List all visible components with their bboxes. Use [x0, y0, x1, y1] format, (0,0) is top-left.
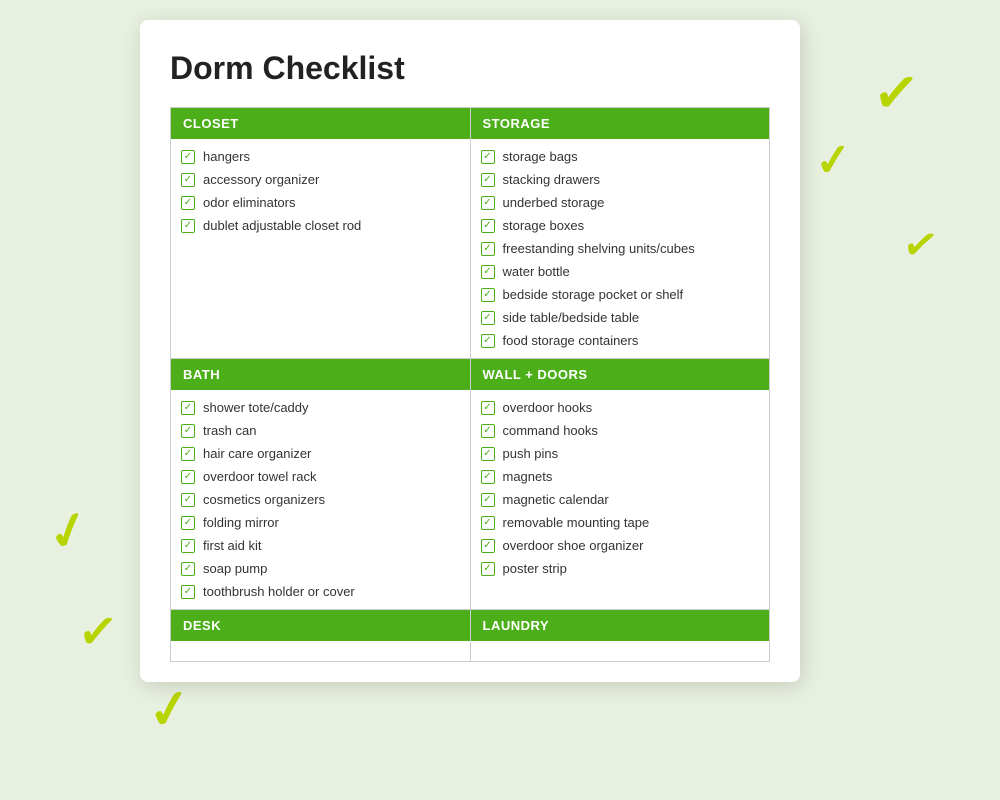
checkbox-icon[interactable] [481, 493, 495, 507]
list-item: hair care organizer [179, 442, 462, 465]
checkbox-icon[interactable] [181, 516, 195, 530]
decoration-check-4: ✓ [41, 498, 96, 565]
checkbox-icon[interactable] [481, 173, 495, 187]
list-item: folding mirror [179, 511, 462, 534]
checkbox-icon[interactable] [481, 424, 495, 438]
checkbox-icon[interactable] [481, 242, 495, 256]
list-item: soap pump [179, 557, 462, 580]
list-item: side table/bedside table [479, 306, 762, 329]
checkbox-icon[interactable] [481, 196, 495, 210]
page-title: Dorm Checklist [170, 50, 770, 87]
list-item: trash can [179, 419, 462, 442]
closet-header: CLOSET [171, 108, 470, 139]
checkbox-icon[interactable] [481, 150, 495, 164]
list-item: bedside storage pocket or shelf [479, 283, 762, 306]
checkbox-icon[interactable] [181, 470, 195, 484]
checkbox-icon[interactable] [181, 173, 195, 187]
list-item: magnetic calendar [479, 488, 762, 511]
list-item: toothbrush holder or cover [179, 580, 462, 603]
checkbox-icon[interactable] [181, 562, 195, 576]
storage-header: STORAGE [471, 108, 770, 139]
decoration-check-3: ✓ [899, 217, 942, 271]
list-item: underbed storage [479, 191, 762, 214]
checkbox-icon[interactable] [481, 562, 495, 576]
list-item: dublet adjustable closet rod [179, 214, 462, 237]
list-item: stacking drawers [479, 168, 762, 191]
checkbox-icon[interactable] [181, 539, 195, 553]
checkbox-icon[interactable] [481, 311, 495, 325]
checkbox-icon[interactable] [181, 493, 195, 507]
list-item: storage bags [479, 145, 762, 168]
list-item: overdoor hooks [479, 396, 762, 419]
section-closet-storage-items: hangers accessory organizer odor elimina… [171, 139, 770, 359]
section-desk-laundry-items [171, 641, 770, 661]
list-item: hangers [179, 145, 462, 168]
decoration-check-5: ✓ [76, 602, 121, 661]
list-item: odor eliminators [179, 191, 462, 214]
list-item: water bottle [479, 260, 762, 283]
checkbox-icon[interactable] [481, 447, 495, 461]
list-item: food storage containers [479, 329, 762, 352]
checkbox-icon[interactable] [181, 219, 195, 233]
checkbox-icon[interactable] [481, 265, 495, 279]
section-bath-wall-header: BATH WALL + DOORS [171, 359, 770, 391]
section-closet-storage-header: CLOSET STORAGE [171, 108, 770, 140]
list-item: cosmetics organizers [179, 488, 462, 511]
list-item: magnets [479, 465, 762, 488]
storage-list: storage bags stacking drawers underbed s… [471, 139, 770, 358]
bath-header: BATH [171, 359, 470, 390]
bath-list: shower tote/caddy trash can hair care or… [171, 390, 470, 609]
checkbox-icon[interactable] [181, 447, 195, 461]
list-item: accessory organizer [179, 168, 462, 191]
list-item: first aid kit [179, 534, 462, 557]
decoration-check-2: ✓ [813, 133, 854, 187]
closet-list: hangers accessory organizer odor elimina… [171, 139, 470, 243]
list-item: freestanding shelving units/cubes [479, 237, 762, 260]
checkbox-icon[interactable] [481, 219, 495, 233]
checkbox-icon[interactable] [481, 516, 495, 530]
list-item: shower tote/caddy [179, 396, 462, 419]
checkbox-icon[interactable] [481, 288, 495, 302]
checkbox-icon[interactable] [481, 401, 495, 415]
checkbox-icon[interactable] [181, 585, 195, 599]
list-item: overdoor shoe organizer [479, 534, 762, 557]
list-item: poster strip [479, 557, 762, 580]
checkbox-icon[interactable] [481, 539, 495, 553]
decoration-check-6: ✓ [144, 677, 196, 742]
wall-doors-header: WALL + DOORS [471, 359, 770, 390]
checkbox-icon[interactable] [181, 401, 195, 415]
section-bath-wall-items: shower tote/caddy trash can hair care or… [171, 390, 770, 610]
list-item: removable mounting tape [479, 511, 762, 534]
checkbox-icon[interactable] [181, 196, 195, 210]
laundry-header: LAUNDRY [471, 610, 770, 641]
list-item: push pins [479, 442, 762, 465]
list-item: storage boxes [479, 214, 762, 237]
wall-doors-list: overdoor hooks command hooks push pins m… [471, 390, 770, 586]
checklist-table: CLOSET STORAGE hangers accessory organiz… [170, 107, 770, 662]
checkbox-icon[interactable] [481, 470, 495, 484]
list-item: overdoor towel rack [179, 465, 462, 488]
main-card: Dorm Checklist CLOSET STORAGE hangers ac… [140, 20, 800, 682]
desk-header: DESK [171, 610, 470, 641]
decoration-check-1: ✓ [870, 58, 922, 128]
checkbox-icon[interactable] [481, 334, 495, 348]
checkbox-icon[interactable] [181, 150, 195, 164]
section-desk-laundry-header: DESK LAUNDRY [171, 610, 770, 642]
checkbox-icon[interactable] [181, 424, 195, 438]
list-item: command hooks [479, 419, 762, 442]
